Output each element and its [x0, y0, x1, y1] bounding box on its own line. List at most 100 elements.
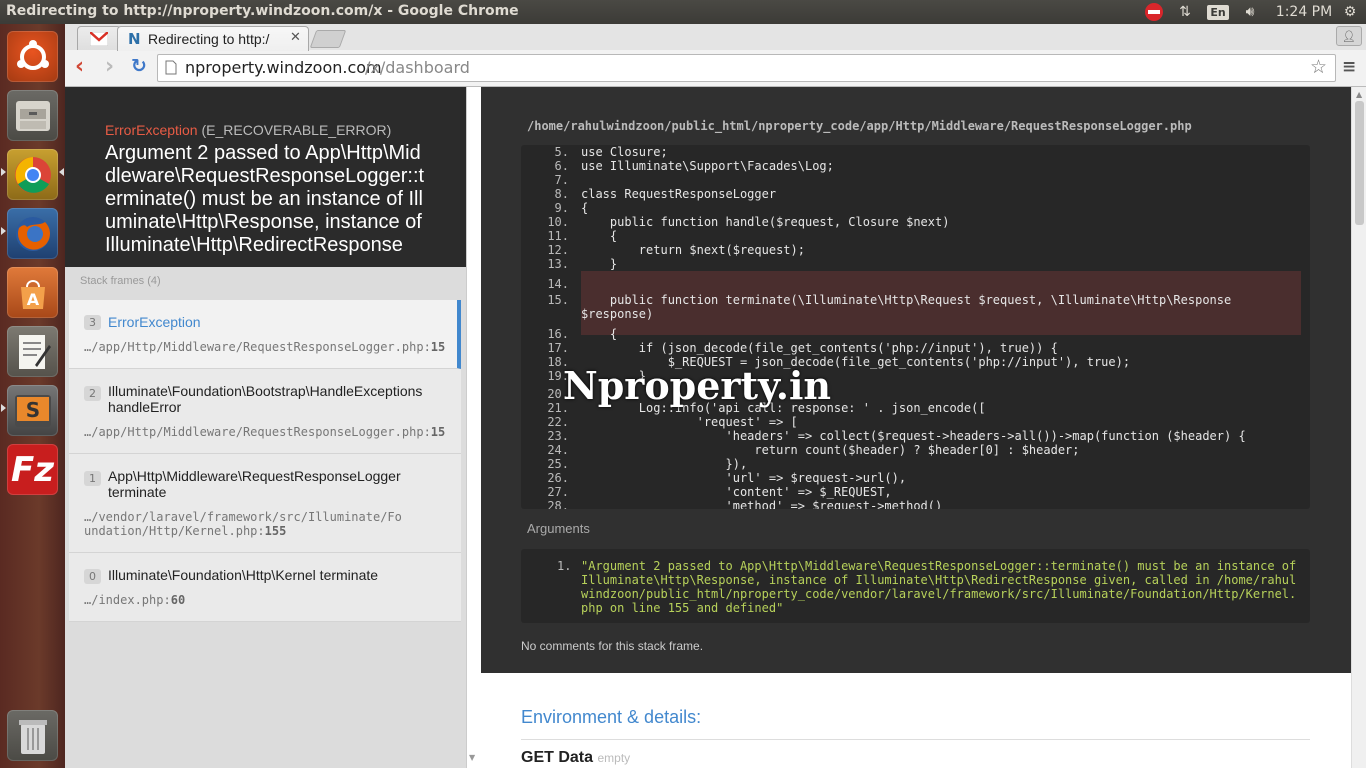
page: ErrorException (E_RECOVERABLE_ERROR) Arg… [65, 87, 1366, 768]
line-number: 7. [554, 173, 569, 187]
line-code: 'url' => $request->url(), [581, 471, 907, 485]
tab-title: Redirecting to http:/ [148, 31, 270, 47]
line-number: 21. [547, 401, 569, 415]
line-code: public function terminate(\Illuminate\Ht… [581, 293, 1232, 307]
line-number: 12. [547, 243, 569, 257]
code-line: 9. { [521, 201, 1301, 215]
frame-path: …/index.php [84, 593, 164, 607]
software-center-icon[interactable]: A [7, 267, 58, 318]
svg-text:S: S [25, 398, 39, 422]
line-code: return count($header) ? $header[0] : $he… [581, 443, 1080, 457]
get-data-title: GET Data [521, 749, 594, 766]
code-line: 11. { [521, 229, 1301, 243]
exception-code: (E_RECOVERABLE_ERROR) [201, 122, 392, 138]
browser-toolbar: ‹ › ↻ nproperty.windzoon.com /x/dashboar… [65, 50, 1366, 87]
frame-class: Illuminate\Foundation\Http\Kernel termin… [108, 567, 379, 583]
frame-number: 1 [84, 471, 101, 486]
code-line: 16. { [521, 327, 1301, 341]
stack-frame-2[interactable]: 2 Illuminate\Foundation\Bootstrap\Handle… [69, 369, 461, 454]
keyboard-indicator[interactable]: En [1207, 2, 1229, 22]
text-editor-icon[interactable] [7, 326, 58, 377]
forward-button[interactable]: › [105, 54, 114, 79]
get-data-value: empty [597, 751, 631, 765]
line-number: 27. [547, 485, 569, 499]
bookmark-star-icon[interactable]: ☆ [1310, 56, 1327, 78]
line-number: 8. [554, 187, 569, 201]
window-title: Redirecting to http://nproperty.windzoon… [6, 3, 519, 19]
stack-frame-0[interactable]: 0 Illuminate\Foundation\Http\Kernel term… [69, 553, 461, 622]
keyboard-label: En [1207, 4, 1229, 20]
ubuntu-dash-icon[interactable] [7, 31, 58, 82]
clock[interactable]: 1:24 PM [1274, 2, 1334, 22]
code-block: 5. use Closure; 6. use Illuminate\Support\F… [521, 145, 1310, 509]
line-number: 20. [547, 387, 569, 401]
sublime-text-icon[interactable]: S [7, 385, 58, 436]
profile-icon: 👤︎ [1342, 29, 1356, 43]
scroll-up-icon[interactable]: ▲ [1356, 90, 1362, 99]
trash-icon[interactable] [7, 710, 58, 761]
tab-gmail[interactable] [77, 26, 121, 51]
line-code: use Closure; [581, 145, 668, 159]
line-number: 13. [547, 257, 569, 271]
line-number: 17. [547, 341, 569, 355]
line-number: 6. [554, 159, 569, 173]
notification-icon[interactable] [1143, 2, 1165, 22]
line-number: 23. [547, 429, 569, 443]
code-line: 7. [521, 173, 1301, 187]
gear-icon[interactable]: ⚙ [1340, 2, 1360, 22]
stack-frame-1[interactable]: 1 App\Http\Middleware\RequestResponseLog… [69, 454, 461, 553]
stack-frame-3[interactable]: 3 ErrorException …/app/Http/Middleware/R… [69, 300, 461, 369]
code-line: 17. if (json_decode(file_get_contents('p… [521, 341, 1301, 355]
line-number: 18. [547, 355, 569, 369]
line-number: 9. [554, 201, 569, 215]
new-tab-button[interactable] [309, 30, 347, 48]
arguments-block: 1. "Argument 2 passed to App\Http\Middle… [521, 549, 1310, 623]
exception-header: ErrorException (E_RECOVERABLE_ERROR) Arg… [65, 87, 466, 267]
line-code: class RequestResponseLogger [581, 187, 777, 201]
page-scrollbar[interactable]: ▲ [1351, 87, 1366, 768]
profile-button[interactable]: 👤︎ [1336, 26, 1362, 46]
volume-icon[interactable]: 🔊︎ [1239, 2, 1261, 22]
frame-line: 60 [170, 593, 186, 607]
scrollbar-thumb[interactable] [1355, 101, 1364, 225]
firefox-icon[interactable] [7, 208, 58, 259]
exception-type: ErrorException [105, 122, 198, 138]
code-line: 23. 'headers' => collect($request->heade… [521, 429, 1301, 443]
frame-path: …/vendor/laravel/framework/src/Illuminat… [84, 510, 402, 538]
line-code: 'request' => [ [581, 415, 798, 429]
code-line: $response) [521, 307, 1301, 321]
gmail-icon [89, 31, 109, 50]
watermark: Nproperty.in [563, 363, 832, 408]
frame-class: ErrorException [108, 314, 201, 330]
code-line: 8. class RequestResponseLogger [521, 187, 1301, 201]
code-line: 25. }), [521, 457, 1301, 471]
line-code: 'content' => $_REQUEST, [581, 485, 892, 499]
back-button[interactable]: ‹ [75, 54, 84, 79]
address-bar[interactable]: nproperty.windzoon.com /x/dashboard ☆ [157, 54, 1336, 82]
line-code: { [581, 229, 618, 243]
filezilla-icon[interactable]: Fz [7, 444, 58, 495]
line-code: { [581, 327, 618, 341]
files-icon[interactable] [7, 90, 58, 141]
tab-strip: N Redirecting to http:/ ✕ 👤︎ [65, 24, 1366, 51]
network-icon[interactable]: ⇅ [1174, 2, 1196, 22]
argument-number: 1. [557, 559, 572, 573]
reload-button[interactable]: ↻ [131, 55, 147, 77]
code-line: 12. return $next($request); [521, 243, 1301, 257]
frame-line: 155 [264, 524, 287, 538]
svg-text:A: A [26, 290, 39, 309]
code-line: 15. public function terminate(\Illuminat… [521, 293, 1301, 307]
frame-number: 2 [84, 386, 101, 401]
close-tab-icon[interactable]: ✕ [290, 30, 301, 45]
menu-icon[interactable]: ≡ [1342, 57, 1356, 77]
frame-line: 15 [430, 425, 446, 439]
page-icon [165, 60, 177, 79]
line-code: }), [581, 457, 748, 471]
tab-nproperty[interactable]: N Redirecting to http:/ ✕ [117, 26, 309, 51]
code-line: 13. } [521, 257, 1301, 271]
chrome-icon[interactable] [7, 149, 58, 200]
line-number: 24. [547, 443, 569, 457]
line-number: 5. [554, 145, 569, 159]
left-scroll-down-icon[interactable]: ▼ [469, 753, 475, 762]
url-host: nproperty.windzoon.com [185, 58, 382, 77]
